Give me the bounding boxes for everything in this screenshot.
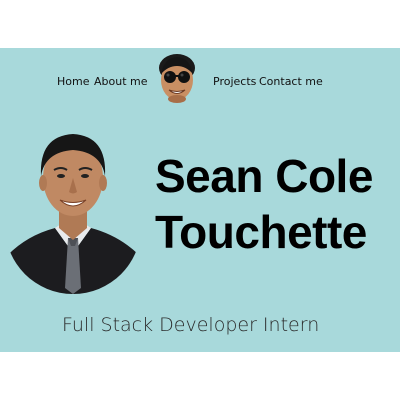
hero-last-name: Touchette [155, 206, 367, 258]
nav-contact-link[interactable]: Contact me [259, 75, 323, 88]
nav-home-link[interactable]: Home [57, 75, 89, 88]
top-nav: Home About me Projects Contact me [0, 48, 400, 110]
nav-about-link[interactable]: About me [94, 75, 148, 88]
avatar-sunglasses-icon[interactable] [156, 52, 198, 104]
hero-name: Sean Cole Touchette [155, 148, 373, 260]
hero-role: Full Stack Developer Intern [62, 314, 320, 336]
page: Home About me Projects Contact me Sean C… [0, 48, 400, 352]
profile-photo [5, 134, 141, 294]
nav-projects-link[interactable]: Projects [213, 75, 256, 88]
hero-first-name: Sean Cole [155, 150, 373, 202]
